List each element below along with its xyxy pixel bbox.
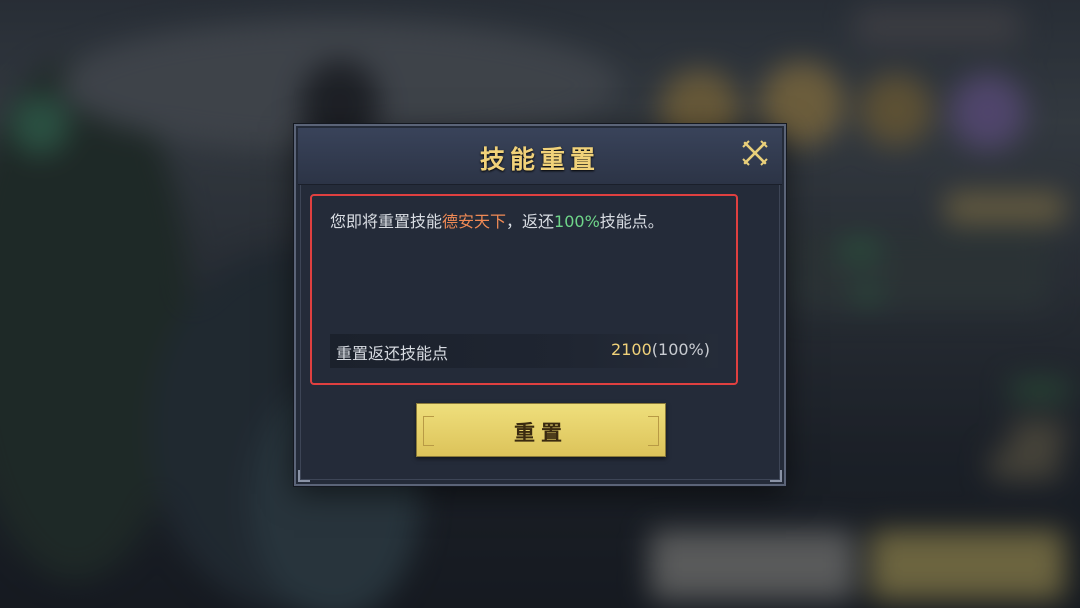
refund-points-label: 重置返还技能点 — [336, 344, 449, 363]
refund-points-percent: (100%) — [651, 340, 710, 359]
dialog-header: 技能重置 — [298, 128, 782, 185]
dialog-corner-ornament — [298, 470, 310, 482]
close-button[interactable] — [740, 138, 770, 168]
refund-points-value: 2100(100%) — [611, 340, 710, 359]
skill-name: 德安天下 — [442, 212, 507, 231]
refund-points-amount: 2100 — [611, 340, 652, 359]
close-crossed-swords-icon — [742, 140, 768, 166]
dialog-title: 技能重置 — [479, 145, 600, 174]
reset-button[interactable]: 重置 — [416, 403, 666, 457]
message-mid: ，返还 — [506, 212, 555, 231]
dialog-corner-ornament — [770, 470, 782, 482]
message-suffix: 技能点。 — [599, 212, 664, 231]
message-prefix: 您即将重置技能 — [330, 212, 443, 231]
reset-button-label: 重置 — [514, 421, 568, 445]
refund-percent: 100% — [554, 212, 600, 231]
skill-reset-dialog: 技能重置 您即将重置技能德安天下，返还100%技能点。 重置返还技能点 2100… — [294, 124, 786, 486]
reset-confirmation-message: 您即将重置技能德安天下，返还100%技能点。 — [330, 208, 710, 235]
refund-points-row: 重置返还技能点 2100(100%) — [330, 334, 718, 368]
